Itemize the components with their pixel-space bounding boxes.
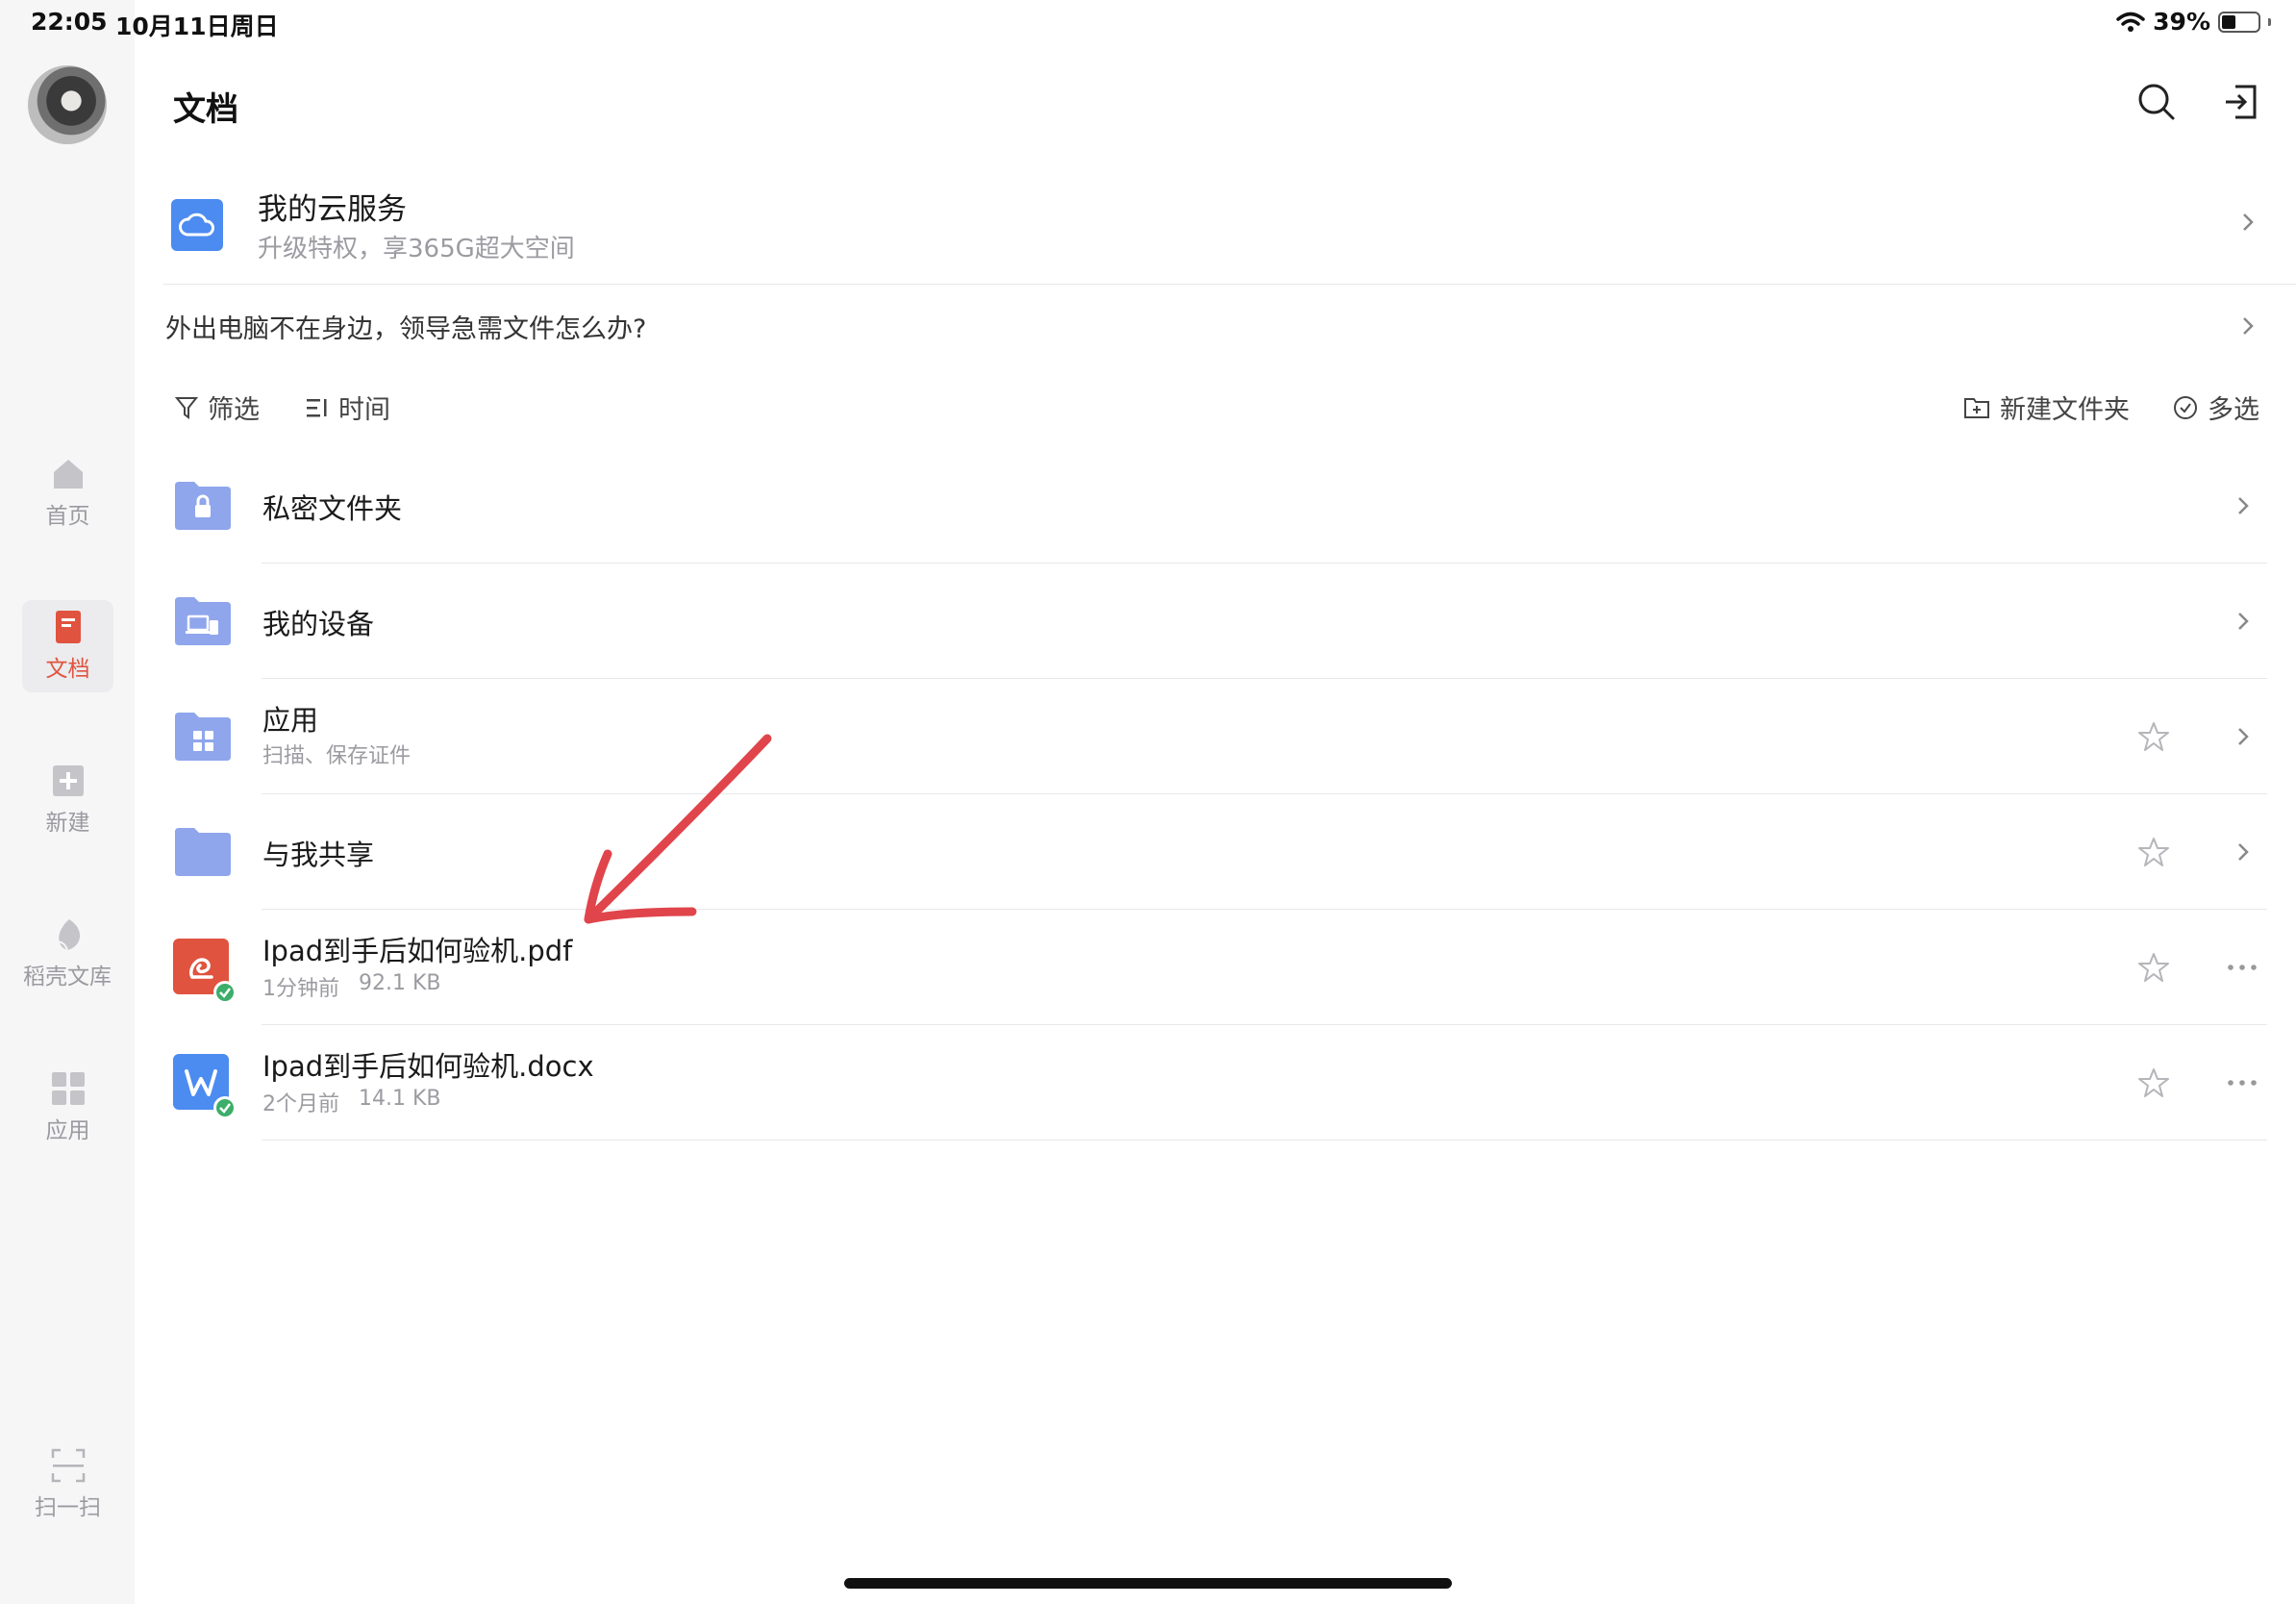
sidebar-item-library[interactable]: 稻壳文库: [12, 908, 123, 1000]
sidebar-item-label: 首页: [45, 504, 90, 529]
scan-button[interactable]: 扫一扫: [22, 1439, 113, 1531]
item-title: Ipad到手后如何验机.pdf: [262, 935, 573, 967]
sidebar-item-documents[interactable]: 文档: [22, 600, 113, 692]
sign-in-icon[interactable]: [2222, 83, 2260, 121]
plus-icon: [52, 765, 84, 796]
synced-check-icon: [213, 1096, 237, 1119]
star-icon[interactable]: [2137, 1066, 2170, 1099]
leaf-icon: [55, 919, 81, 951]
sidebar-item-new[interactable]: 新建: [22, 754, 113, 846]
synced-check-icon: [213, 981, 237, 1004]
home-indicator[interactable]: [844, 1578, 1452, 1589]
cloud-title: 我的云服务: [258, 192, 407, 227]
home-icon: [53, 460, 83, 489]
scan-icon: [51, 1448, 85, 1483]
sidebar-item-label: 稻壳文库: [23, 965, 112, 990]
list-item-shared[interactable]: 与我共享: [163, 794, 2296, 910]
apps-grid-icon: [51, 1072, 85, 1105]
wifi-icon: [2116, 12, 2145, 32]
item-title: Ipad到手后如何验机.docx: [262, 1050, 594, 1083]
sidebar-item-apps[interactable]: 应用: [22, 1062, 113, 1154]
star-icon[interactable]: [2137, 836, 2170, 868]
sort-icon: [307, 398, 327, 416]
multi-select-label: 多选: [2208, 395, 2259, 425]
filter-label: 筛选: [208, 395, 260, 425]
list-item-pdf-file[interactable]: Ipad到手后如何验机.pdf 1分钟前 92.1 KB: [163, 910, 2296, 1025]
tip-banner[interactable]: 外出电脑不在身边，领导急需文件怎么办?: [163, 288, 2296, 363]
more-options-icon[interactable]: [2226, 963, 2259, 972]
cloud-icon: [171, 199, 223, 251]
status-date: 10月11日周日: [115, 13, 279, 40]
chevron-right-icon: [2238, 613, 2249, 630]
sidebar-item-label: 应用: [45, 1118, 90, 1143]
multi-select-button[interactable]: 多选: [2173, 388, 2259, 426]
sidebar-item-label: 文档: [45, 657, 90, 682]
item-subtitle: 扫描、保存证件: [262, 744, 412, 768]
sort-label: 时间: [338, 395, 390, 425]
sort-button[interactable]: 时间: [306, 388, 390, 426]
lock-folder-icon: [175, 482, 231, 530]
sidebar-item-label: 新建: [45, 811, 90, 836]
chevron-right-icon: [2238, 728, 2249, 745]
filter-button[interactable]: 筛选: [175, 388, 260, 426]
chevron-right-icon: [2243, 317, 2254, 335]
item-title: 我的设备: [262, 608, 375, 640]
item-title: 私密文件夹: [262, 492, 403, 525]
star-icon[interactable]: [2137, 720, 2170, 753]
avatar[interactable]: [28, 65, 107, 144]
status-indicators: 39%: [2116, 8, 2271, 36]
cloud-service-banner[interactable]: 我的云服务 升级特权，享365G超大空间: [163, 171, 2296, 285]
list-item-apps-folder[interactable]: 应用 扫描、保存证件: [163, 679, 2296, 794]
status-time: 22:05: [31, 8, 108, 36]
battery-icon: [2218, 11, 2260, 33]
battery-nub: [2268, 17, 2271, 26]
item-title: 与我共享: [262, 839, 375, 871]
sidebar: 首页 文档 新建 稻壳文库 应用 扫一扫: [0, 0, 135, 1604]
apps-folder-icon: [175, 713, 231, 761]
item-time: 2个月前: [262, 1092, 339, 1116]
filter-icon: [175, 396, 198, 419]
document-icon: [55, 611, 81, 643]
sidebar-item-home[interactable]: 首页: [22, 447, 113, 539]
chevron-right-icon: [2243, 213, 2254, 231]
item-time: 1分钟前: [262, 977, 339, 1001]
scan-label: 扫一扫: [35, 1495, 101, 1520]
item-title: 应用: [262, 704, 319, 737]
new-folder-label: 新建文件夹: [2000, 395, 2130, 425]
battery-percent: 39%: [2153, 8, 2210, 36]
star-icon[interactable]: [2137, 951, 2170, 984]
page-title: 文档: [173, 90, 238, 129]
shared-folder-icon: [175, 828, 231, 876]
list-item-docx-file[interactable]: Ipad到手后如何验机.docx 2个月前 14.1 KB: [163, 1025, 2296, 1140]
device-folder-icon: [175, 597, 231, 645]
more-options-icon[interactable]: [2226, 1078, 2259, 1088]
list-item-my-devices[interactable]: 我的设备: [163, 564, 2296, 679]
cloud-glyph: [179, 213, 214, 237]
chevron-right-icon: [2238, 497, 2249, 514]
item-size: 92.1 KB: [359, 971, 441, 995]
check-circle-icon: [2174, 395, 2197, 419]
battery-level: [2222, 14, 2235, 29]
new-folder-icon: [1964, 397, 1989, 418]
item-size: 14.1 KB: [359, 1087, 441, 1111]
cloud-subtitle: 升级特权，享365G超大空间: [258, 235, 575, 263]
search-icon[interactable]: [2137, 83, 2176, 121]
chevron-right-icon: [2238, 843, 2249, 861]
list-item-private-folder[interactable]: 私密文件夹: [163, 448, 2296, 564]
new-folder-button[interactable]: 新建文件夹: [1963, 388, 2130, 426]
status-bar: 22:05 10月11日周日 39%: [0, 0, 2296, 44]
tip-text: 外出电脑不在身边，领导急需文件怎么办?: [165, 314, 647, 344]
